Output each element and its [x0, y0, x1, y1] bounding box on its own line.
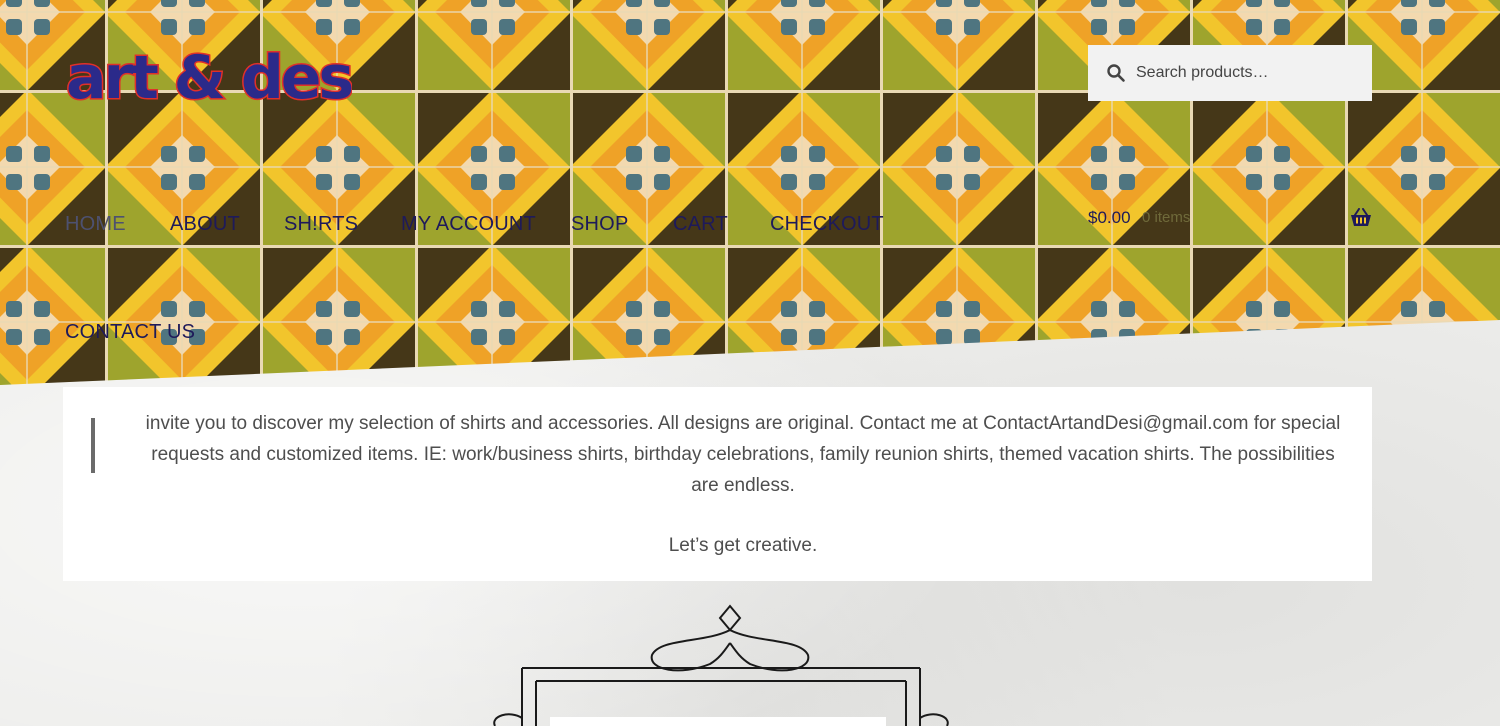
ornamental-frame-image — [493, 604, 949, 726]
intro-text: invite you to discover my selection of s… — [145, 413, 1341, 496]
shopping-basket-icon[interactable] — [1349, 208, 1373, 228]
product-search[interactable] — [1088, 45, 1372, 101]
search-input[interactable] — [1134, 63, 1358, 83]
search-icon — [1107, 64, 1125, 82]
cart-item-count[interactable]: 0 items — [1142, 209, 1190, 226]
tagline-text: Let’s get creative. — [668, 535, 818, 556]
nav-item-checkout[interactable]: CHECKOUT — [770, 213, 884, 236]
site-logo[interactable]: art & desi — [62, 40, 353, 113]
nav-item-my-account[interactable]: MY ACCOUNT — [401, 213, 536, 236]
nav-item-shop[interactable]: SHOP — [571, 213, 628, 236]
site-header: art & desi HOME ABOUT SH!RTS MY ACCOUNT … — [0, 0, 1500, 385]
nav-item-cart[interactable]: CART — [673, 213, 728, 236]
nav-item-shirts[interactable]: SH!RTS — [284, 213, 358, 236]
cart-total[interactable]: $0.00 — [1088, 208, 1131, 228]
nav-item-contact-us[interactable]: CONTACT US — [65, 321, 195, 344]
nav-item-home[interactable]: HOME — [65, 213, 126, 236]
svg-text:art & desi: art & desi — [66, 43, 352, 112]
nav-item-about[interactable]: ABOUT — [170, 213, 240, 236]
blockquote-bar — [91, 418, 95, 473]
